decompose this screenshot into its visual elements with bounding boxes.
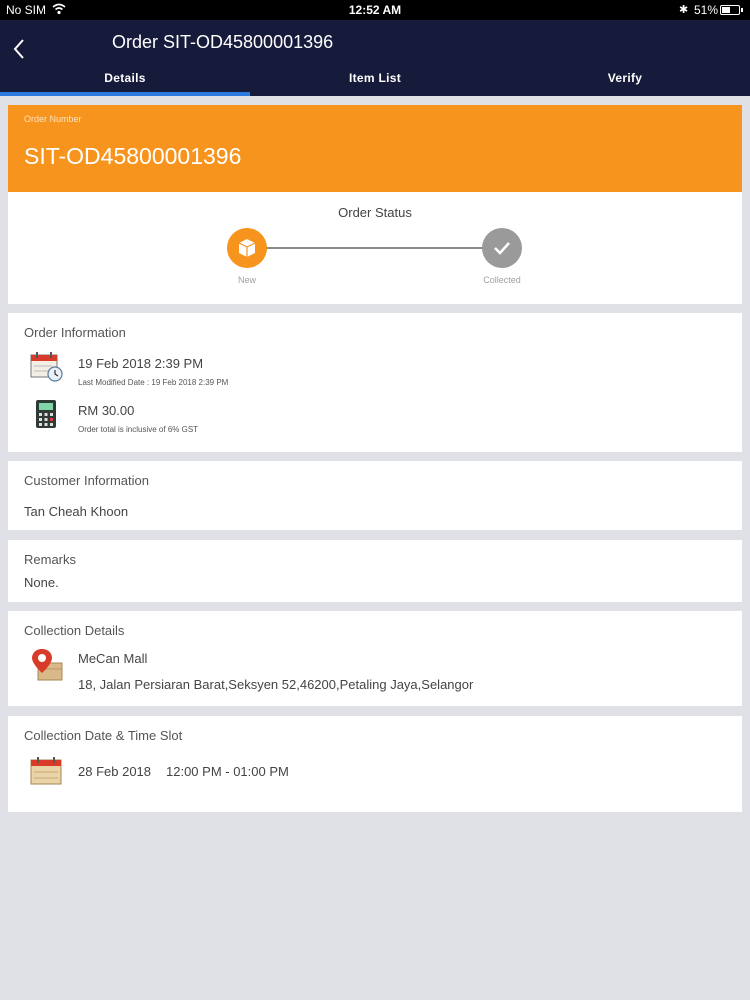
order-status-heading: Order Status bbox=[338, 205, 412, 220]
remarks-value: None. bbox=[24, 575, 59, 590]
active-tab-indicator bbox=[0, 92, 250, 96]
navigation-bar: Order SIT-OD45800001396 Details Item Lis… bbox=[0, 20, 750, 96]
collection-slot-title: Collection Date & Time Slot bbox=[24, 728, 183, 743]
battery-icon bbox=[720, 5, 743, 15]
last-modified-date: Last Modified Date : 19 Feb 2018 2:39 PM bbox=[78, 378, 229, 387]
customer-information-title: Customer Information bbox=[24, 473, 149, 488]
order-total-note: Order total is inclusive of 6% GST bbox=[78, 425, 199, 434]
collection-location: MeCan Mall bbox=[78, 651, 148, 666]
back-chevron-icon[interactable] bbox=[10, 36, 30, 62]
tab-item-list[interactable]: Item List bbox=[250, 66, 500, 96]
status-step-new bbox=[227, 228, 267, 268]
order-total: RM 30.00 bbox=[78, 403, 135, 418]
collection-slot-card: Collection Date & Time Slot 28 Feb 2018 … bbox=[8, 716, 742, 812]
status-step-collected-label: Collected bbox=[483, 275, 521, 285]
collection-address: 18, Jalan Persiaran Barat,Seksyen 52,462… bbox=[78, 677, 474, 692]
collection-details-title: Collection Details bbox=[24, 623, 125, 638]
order-information-title: Order Information bbox=[24, 325, 126, 340]
status-progress-line bbox=[266, 247, 484, 249]
status-step-new-label: New bbox=[237, 275, 256, 285]
status-bar: No SIM 12:52 AM ✱ 51% bbox=[0, 0, 750, 20]
collection-date: 28 Feb 2018 bbox=[78, 764, 152, 779]
order-date: 19 Feb 2018 2:39 PM bbox=[78, 356, 204, 371]
remarks-title: Remarks bbox=[24, 552, 77, 567]
collection-details-card: Collection Details MeCan Mall 18, Jalan … bbox=[8, 611, 742, 706]
location-pin-icon bbox=[32, 649, 63, 681]
order-number-label: Order Number bbox=[24, 114, 82, 124]
battery-percent: 51% bbox=[694, 3, 719, 17]
clock: 12:52 AM bbox=[348, 3, 402, 17]
check-icon bbox=[494, 242, 510, 255]
customer-information-card: Customer Information Tan Cheah Khoon bbox=[8, 461, 742, 530]
bluetooth-icon: ✱ bbox=[679, 4, 689, 16]
status-step-collected bbox=[482, 228, 522, 268]
customer-name: Tan Cheah Khoon bbox=[24, 504, 129, 519]
box-icon bbox=[238, 239, 256, 257]
remarks-card: Remarks None. bbox=[8, 540, 742, 602]
calendar-icon bbox=[30, 757, 62, 785]
calculator-icon bbox=[36, 400, 56, 428]
order-information-card: Order Information 19 Feb 2018 2:39 PM La… bbox=[8, 313, 742, 452]
tab-verify[interactable]: Verify bbox=[500, 66, 750, 96]
calendar-clock-icon bbox=[30, 352, 63, 382]
order-number: SIT-OD45800001396 bbox=[24, 143, 242, 169]
page-title: Order SIT-OD45800001396 bbox=[112, 32, 334, 52]
order-number-card: Order Number SIT-OD45800001396 bbox=[8, 105, 742, 192]
collection-time-slot: 12:00 PM - 01:00 PM bbox=[166, 764, 289, 779]
order-status-card: Order Status New Collected bbox=[8, 192, 742, 304]
